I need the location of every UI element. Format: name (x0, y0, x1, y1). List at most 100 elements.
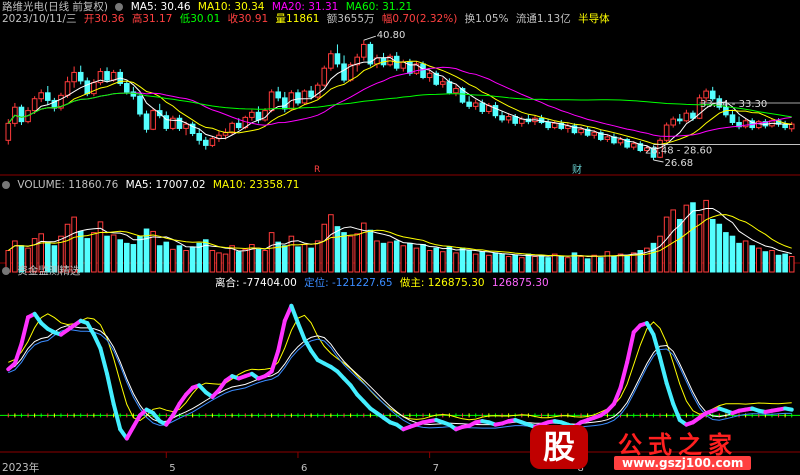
logo-icon: 股 (530, 425, 588, 469)
candle-body (91, 82, 97, 95)
volume-bar (512, 254, 519, 273)
volume-bar (736, 242, 742, 273)
candle-body (183, 123, 189, 129)
quote-date: 2023/10/11/三 (2, 13, 77, 25)
volume-bar (123, 242, 130, 273)
candle-body (499, 115, 505, 121)
volume-bar (341, 232, 347, 273)
candle-body (308, 90, 314, 98)
candle-body (420, 63, 426, 79)
candle-body (137, 95, 143, 115)
volume-bar (163, 241, 170, 273)
ma60-label: MA60: 31.21 (345, 1, 413, 13)
logo-glyph: 股 (542, 428, 575, 466)
volume-bar (499, 253, 505, 273)
volume-bar (604, 251, 611, 273)
price-header: 路维光电(日线 前复权) MA5: 30.46 MA10: 30.34 MA20… (2, 1, 416, 13)
low-label: 26.68 (664, 158, 693, 169)
panel-separators (0, 174, 800, 453)
candle-body (150, 110, 156, 130)
volume-bar (472, 253, 479, 273)
candle-body (71, 71, 77, 83)
range2-label: 28.48 - 28.60 (645, 146, 712, 157)
volume-bar (742, 240, 749, 273)
volume-bar (551, 253, 558, 273)
volume-bar (426, 250, 433, 273)
volume-settings-icon[interactable] (2, 181, 10, 189)
main-segment (269, 348, 281, 374)
indicator-title[interactable]: 资金监测精选 (17, 265, 80, 277)
main-segment (783, 406, 794, 412)
quote-row: 2023/10/11/三 开30.36 高31.17 低30.01 收30.91… (2, 13, 614, 25)
volume-bar (729, 235, 736, 273)
quote-volume: 量11861 (275, 13, 320, 25)
candle-body (31, 98, 38, 112)
candle-body (84, 80, 91, 95)
price-annotations: 40.80 26.68 33.44 - 33.30 28.48 - 28.60 R 财 (314, 30, 800, 176)
volume-ma5: MA5: 17007.02 (125, 179, 206, 191)
quote-sector[interactable]: 半导体 (578, 13, 610, 25)
candle-body (663, 124, 670, 141)
volume-bar (486, 254, 492, 273)
volume-title: VOLUME: 11860.76 (17, 179, 119, 191)
candle-body (729, 114, 736, 123)
main-segment (91, 332, 103, 351)
ma10-label: MA10: 30.34 (197, 1, 265, 13)
volume-bar (518, 257, 525, 273)
candle-body (77, 71, 84, 82)
candle-body (453, 88, 459, 94)
candle-body (110, 71, 117, 81)
x-axis: 5678 (165, 452, 584, 474)
main-segment (289, 303, 300, 326)
volume-bar (374, 240, 380, 273)
volume-bar (242, 248, 249, 273)
volume-bar (545, 257, 551, 273)
candle-body (439, 81, 446, 85)
quote-float: 流通1.13亿 (515, 13, 571, 25)
volume-bar (466, 250, 472, 273)
volume-bar (703, 199, 709, 273)
volume-bar (657, 235, 663, 273)
candle-body (104, 71, 110, 81)
volume-bar (492, 252, 499, 273)
volume-bar (769, 250, 775, 273)
ma10-line (7, 60, 792, 146)
volume-bar (558, 255, 565, 273)
volume-bar (762, 251, 769, 273)
volume-bar (525, 253, 532, 273)
x-axis-year: 2023年 (2, 462, 40, 474)
quote-open: 开30.36 (83, 13, 125, 25)
volume-bar (84, 238, 91, 273)
volume-bar (393, 240, 400, 273)
watermark-name: 公式之家 (618, 431, 738, 459)
volume-bar (156, 245, 163, 273)
candle-body (505, 116, 512, 121)
candle-body (202, 139, 209, 146)
main-segment (618, 360, 630, 390)
indicator-settings-icon[interactable] (2, 267, 10, 275)
volume-bar (611, 255, 617, 273)
range1-label: 33.44 - 33.30 (700, 99, 767, 110)
volume-bar (209, 250, 216, 273)
fund-monitor-indicator (0, 303, 800, 441)
indicator-lihe: 离合: -77404.00 (215, 277, 297, 289)
main-segment (658, 355, 669, 386)
settings-icon[interactable] (115, 3, 124, 11)
volume-bar (301, 244, 308, 273)
candle-body (479, 102, 486, 112)
volume-bar (505, 255, 512, 273)
main-segment (276, 318, 287, 353)
volume-bar (347, 235, 354, 273)
volume-bar (591, 254, 598, 273)
volume-bar (565, 257, 571, 273)
main-segment (295, 321, 307, 342)
volume-bar (321, 223, 328, 273)
volume-bar (216, 252, 222, 273)
quote-close: 收30.91 (227, 13, 269, 25)
stock-title[interactable]: 路维光电(日线 前复权) (2, 1, 108, 13)
candle-body (44, 92, 51, 101)
main-segment (625, 330, 636, 365)
main-segment (19, 315, 31, 346)
candle-body (5, 122, 12, 141)
volume-bar (538, 254, 545, 273)
